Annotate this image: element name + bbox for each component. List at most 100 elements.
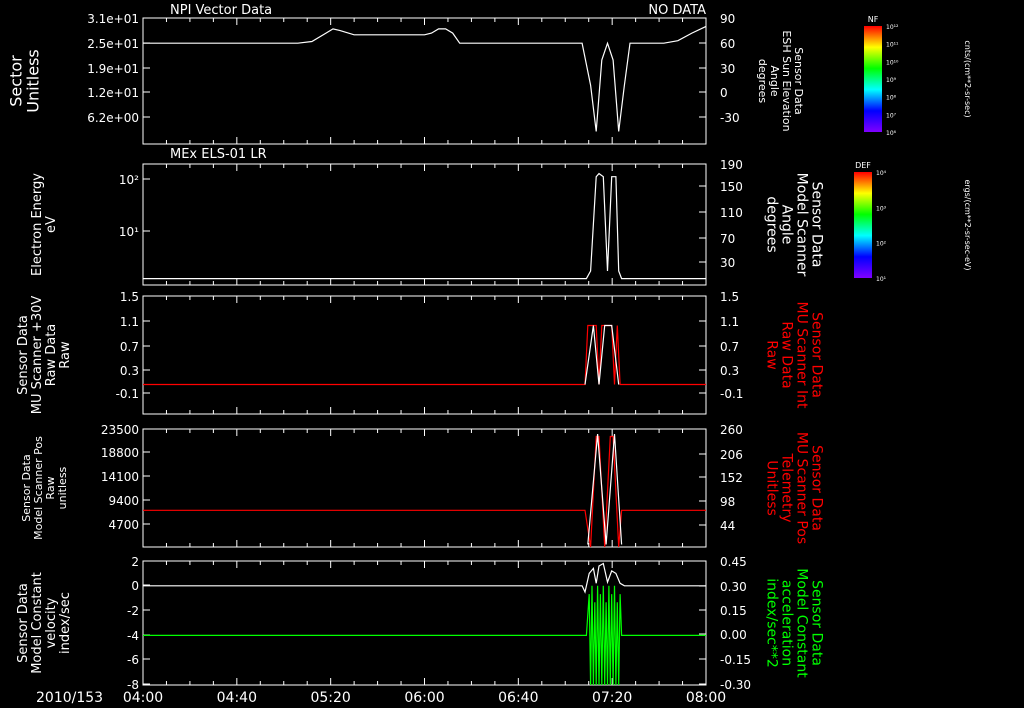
- panel-1-title: NPI Vector Data: [170, 3, 272, 18]
- panel-1-ytick-right-label: 0: [720, 86, 728, 100]
- colorbar-tick-label: 10⁶: [886, 130, 897, 137]
- colorbar-tick-label: 10¹: [876, 276, 887, 283]
- panel-2-ytick-right-label: 190: [720, 158, 743, 172]
- panel-4-ytick-left-label: 14100: [101, 470, 139, 484]
- panel-3-ytick-left-label: 0.7: [120, 340, 139, 354]
- panel-2-ytick-right-label: 70: [720, 232, 735, 246]
- panel-1-ytick-left-label: 3.1e+01: [87, 12, 139, 26]
- panel-4-ytick-left-label: 9400: [108, 494, 139, 508]
- panel-2-ylabel-right-line: Model Scanner: [794, 173, 810, 277]
- panel-1-ytick-left-label: 1.9e+01: [87, 62, 139, 76]
- colorbar-def: [854, 172, 872, 278]
- panel-1-ytick-left-label: 2.5e+01: [87, 37, 139, 51]
- panel-2-ylabel-right-line: degrees: [764, 196, 780, 252]
- panel-4-frame: [142, 428, 707, 548]
- panel-2-ytick-right-label: 150: [720, 180, 743, 194]
- panel-5-ylabel-right-line: index/sec**2: [764, 578, 780, 668]
- stacked-panels-figure: NPI Vector Data NO DATA 3.1e+01 2.5e+01 1.9e…: [7, 3, 973, 706]
- panel-2-ytick-left-label: 10¹: [119, 225, 139, 239]
- panel-5-ytick-left-label: 2: [131, 555, 139, 569]
- colorbar-units: ergs/(cm**2-sr-sec-eV): [963, 179, 972, 270]
- panel-5-ytick-left-label: 0: [131, 579, 139, 593]
- panel-3-ytick-right-label: 0.3: [720, 364, 739, 378]
- panel-5-ylabel-right-line: Sensor Data: [809, 580, 825, 666]
- panel-3-ytick-right-label: 1.5: [720, 290, 739, 304]
- panel-1-frame: [142, 17, 707, 145]
- panel-2-ytick-left-label: 10²: [119, 173, 139, 187]
- panel-4-ylabel-right-line: Unitless: [764, 460, 780, 516]
- panel-3-ytick-left-label: 1.1: [120, 315, 139, 329]
- panel-3-ylabel-right-line: Raw Data: [779, 321, 795, 388]
- time-tick-label: 08:00: [686, 690, 726, 706]
- panel-5-ytick-left-label: -2: [127, 604, 139, 618]
- panel-4-series-1: [143, 435, 706, 548]
- panel-5-ylabel-left-line: Sensor Data: [16, 583, 31, 663]
- panel-2-ytick-right-label: 30: [720, 256, 735, 270]
- panel-1-series-1: [143, 25, 707, 132]
- panel-3-ytick-right-label: 0.7: [720, 340, 739, 354]
- panel-3-ylabel-left-line: Raw Data: [44, 324, 59, 387]
- panel-5-ytick-right-label: 0.15: [720, 604, 747, 618]
- panel-3-ylabel-right-line: MU Scanner Int: [794, 302, 810, 410]
- panel-3-ytick-left-label: 0.3: [120, 364, 139, 378]
- time-tick-label: 06:40: [498, 690, 538, 706]
- panel-4-ylabel-left-line: unitless: [56, 466, 69, 509]
- time-tick-label: 07:20: [592, 690, 632, 706]
- colorbar-tick-label: 10⁹: [886, 77, 897, 84]
- panel-5-ytick-right-label: 0.00: [720, 628, 747, 642]
- panel-5-ytick-right-label: 0.30: [720, 580, 747, 594]
- time-tick-label: 06:00: [404, 690, 444, 706]
- panel-5-ylabel-right-line: acceleration: [779, 580, 795, 666]
- panel-4-ytick-left-label: 18800: [101, 446, 139, 460]
- colorbar-tick-label: 10⁸: [886, 95, 897, 102]
- time-tick-label: 04:40: [217, 690, 257, 706]
- panel-4-ytick-right-label: 206: [720, 448, 743, 462]
- panel-4-series-2: [587, 433, 623, 545]
- colorbar-tick-label: 10¹⁰: [886, 59, 899, 66]
- panel-5-ylabel-left-line: index/sec: [58, 592, 73, 654]
- panel-2-ylabel-left-line: eV: [44, 216, 59, 233]
- colorbar-tick-label: 10¹²: [886, 24, 899, 31]
- panel-3-ytick-left-label: 1.5: [120, 290, 139, 304]
- panel-2-ylabel-left-line: Electron Energy: [30, 173, 45, 276]
- panel-5-series-2: [143, 585, 706, 686]
- colorbar-tick-label: 10³: [876, 205, 887, 212]
- panel-2-ylabel-right-line: Sensor Data: [809, 182, 825, 268]
- plot-stage: NPI Vector Data NO DATA 3.1e+01 2.5e+01 1.9e…: [0, 0, 1024, 708]
- colorbar-tick-label: 10⁷: [886, 112, 897, 119]
- panel-2-ylabel-right-line: Angle: [779, 205, 795, 245]
- panel-4-ytick-right-label: 44: [720, 519, 735, 533]
- panel-4-ytick-left-label: 4700: [108, 518, 139, 532]
- time-tick-label: 05:20: [310, 690, 350, 706]
- panel-3-ylabel-left-line: Raw: [58, 341, 73, 369]
- panel-4-ytick-right-label: 152: [720, 471, 743, 485]
- panel-3-ylabel-right-line: Raw: [764, 340, 780, 369]
- panel-2-frame: [142, 163, 707, 286]
- panel-1-ytick-right-label: -30: [720, 111, 740, 125]
- panel-1-ytick-right-label: 60: [720, 37, 735, 51]
- panel-1-ylabel-right-line: degrees: [756, 59, 769, 104]
- time-tick-label: 04:00: [123, 690, 163, 706]
- panel-4-ylabel-right-line: Sensor Data: [809, 445, 825, 531]
- panel-2-title: MEx ELS-01 LR: [170, 147, 267, 162]
- panel-3-ylabel-right-line: Sensor Data: [809, 312, 825, 398]
- panel-3-ylabel-left-line: MU Scanner +30V: [30, 296, 45, 415]
- panel-1-ytick-right-label: 30: [720, 62, 735, 76]
- colorbar-title: NF: [868, 15, 879, 24]
- panel-1-ytick-left-label: 6.2e+00: [87, 111, 139, 125]
- panel-4-ytick-right-label: 98: [720, 495, 735, 509]
- colorbar-units: cnts/(cm**2-sr-sec): [963, 40, 972, 117]
- colorbar-tick-label: 10⁴: [876, 170, 887, 177]
- colorbar-tick-label: 10²: [876, 241, 887, 248]
- panel-1-ylabel-left-line: Unitless: [24, 49, 43, 113]
- colorbar-title: DEF: [855, 161, 871, 170]
- panel-4-ytick-right-label: 260: [720, 423, 743, 437]
- panel-3-ytick-right-label: 1.1: [720, 315, 739, 329]
- panel-2-ytick-right-label: 110: [720, 206, 743, 220]
- panel-5-ytick-right-label: -0.15: [720, 653, 751, 667]
- panel-4-ytick-left-label: 23500: [101, 423, 139, 437]
- panel-3-ytick-right-label: -0.1: [720, 387, 743, 401]
- panel-4-ylabel-right-line: MU Scanner Pos: [794, 432, 810, 544]
- date-label: 2010/153: [36, 690, 103, 706]
- panel-5-ytick-left-label: -6: [127, 653, 139, 667]
